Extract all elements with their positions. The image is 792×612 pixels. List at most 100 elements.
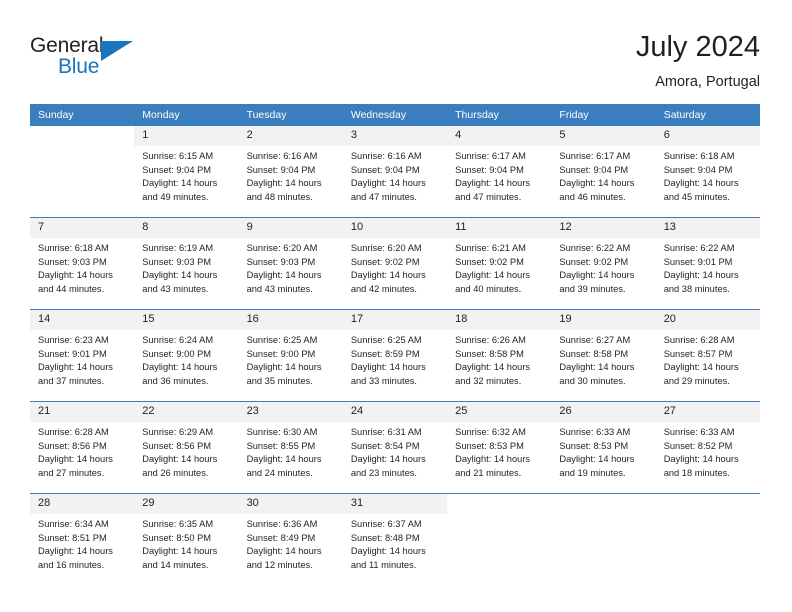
- general-blue-logo[interactable]: General Blue: [30, 34, 160, 86]
- day-cell-content[interactable]: 28 Sunrise: 6:34 AM Sunset: 8:51 PM Dayl…: [30, 494, 135, 585]
- day-number: [447, 494, 551, 514]
- sunset-text: Sunset: 9:04 PM: [559, 164, 629, 175]
- day-cell: 11 Sunrise: 6:21 AM Sunset: 9:02 PM Dayl…: [447, 217, 552, 310]
- day-cell-content[interactable]: 15 Sunrise: 6:24 AM Sunset: 9:00 PM Dayl…: [134, 310, 239, 401]
- day-cell-content[interactable]: 19 Sunrise: 6:27 AM Sunset: 8:58 PM Dayl…: [551, 310, 656, 401]
- day-details: Sunrise: 6:27 AM Sunset: 8:58 PM Dayligh…: [551, 330, 655, 388]
- day-cell-content[interactable]: 24 Sunrise: 6:31 AM Sunset: 8:54 PM Dayl…: [342, 402, 448, 493]
- day-cell-content[interactable]: 11 Sunrise: 6:21 AM Sunset: 9:02 PM Dayl…: [447, 218, 552, 309]
- day-cell-content[interactable]: 23 Sunrise: 6:30 AM Sunset: 8:55 PM Dayl…: [238, 402, 343, 493]
- day-cell-content[interactable]: 6 Sunrise: 6:18 AM Sunset: 9:04 PM Dayli…: [655, 126, 760, 217]
- day-cell-content[interactable]: 29 Sunrise: 6:35 AM Sunset: 8:50 PM Dayl…: [134, 494, 239, 585]
- day-number: 11: [447, 218, 552, 238]
- day-cell: 6 Sunrise: 6:18 AM Sunset: 9:04 PM Dayli…: [655, 126, 760, 218]
- day-details: Sunrise: 6:16 AM Sunset: 9:04 PM Dayligh…: [239, 146, 343, 204]
- day-number: 31: [342, 494, 448, 514]
- day-cell-content[interactable]: 21 Sunrise: 6:28 AM Sunset: 8:56 PM Dayl…: [30, 402, 135, 493]
- sunrise-text: Sunrise: 6:23 AM: [38, 335, 109, 345]
- day-number: 20: [655, 310, 760, 330]
- day-number: 22: [134, 402, 239, 422]
- weekday-header-friday: Friday: [551, 104, 656, 126]
- day-cell-content[interactable]: 8 Sunrise: 6:19 AM Sunset: 9:03 PM Dayli…: [134, 218, 239, 309]
- day-cell: 7 Sunrise: 6:18 AM Sunset: 9:03 PM Dayli…: [30, 217, 135, 310]
- week-row: 21 Sunrise: 6:28 AM Sunset: 8:56 PM Dayl…: [30, 401, 760, 494]
- sunset-text: Sunset: 8:53 PM: [559, 440, 629, 451]
- day-cell-content[interactable]: 5 Sunrise: 6:17 AM Sunset: 9:04 PM Dayli…: [551, 126, 656, 217]
- day-cell: 20 Sunrise: 6:28 AM Sunset: 8:57 PM Dayl…: [655, 309, 760, 402]
- sunrise-text: Sunrise: 6:21 AM: [455, 243, 526, 253]
- sunset-text: Sunset: 9:01 PM: [663, 256, 733, 267]
- day-cell-content[interactable]: 27 Sunrise: 6:33 AM Sunset: 8:52 PM Dayl…: [655, 402, 760, 493]
- day-cell-content[interactable]: 22 Sunrise: 6:29 AM Sunset: 8:56 PM Dayl…: [134, 402, 239, 493]
- day-cell-content[interactable]: 30 Sunrise: 6:36 AM Sunset: 8:49 PM Dayl…: [238, 494, 343, 585]
- day-cell-content[interactable]: 20 Sunrise: 6:28 AM Sunset: 8:57 PM Dayl…: [655, 310, 760, 401]
- day-number: 1: [134, 126, 239, 146]
- day-cell-content[interactable]: 10 Sunrise: 6:20 AM Sunset: 9:02 PM Dayl…: [342, 218, 448, 309]
- daylight-text: Daylight: 14 hours and 43 minutes.: [246, 270, 322, 294]
- day-cell: 24 Sunrise: 6:31 AM Sunset: 8:54 PM Dayl…: [342, 401, 448, 494]
- day-number: [551, 494, 655, 514]
- sunset-text: Sunset: 8:59 PM: [350, 348, 420, 359]
- day-cell-content[interactable]: 12 Sunrise: 6:22 AM Sunset: 9:02 PM Dayl…: [551, 218, 656, 309]
- weekday-header-saturday: Saturday: [655, 104, 760, 126]
- day-cell-content[interactable]: 3 Sunrise: 6:16 AM Sunset: 9:04 PM Dayli…: [342, 126, 448, 217]
- day-cell: 15 Sunrise: 6:24 AM Sunset: 9:00 PM Dayl…: [134, 309, 239, 402]
- day-details: Sunrise: 6:30 AM Sunset: 8:55 PM Dayligh…: [239, 422, 343, 480]
- day-cell-content[interactable]: 1 Sunrise: 6:15 AM Sunset: 9:04 PM Dayli…: [134, 126, 239, 217]
- day-cell-content[interactable]: 17 Sunrise: 6:25 AM Sunset: 8:59 PM Dayl…: [342, 310, 448, 401]
- day-number: 12: [551, 218, 656, 238]
- day-cell-content[interactable]: 25 Sunrise: 6:32 AM Sunset: 8:53 PM Dayl…: [447, 402, 552, 493]
- daylight-text: Daylight: 14 hours and 36 minutes.: [142, 362, 218, 386]
- day-cell-content[interactable]: 13 Sunrise: 6:22 AM Sunset: 9:01 PM Dayl…: [655, 218, 760, 309]
- daylight-text: Daylight: 14 hours and 46 minutes.: [559, 178, 635, 202]
- week-row: 14 Sunrise: 6:23 AM Sunset: 9:01 PM Dayl…: [30, 309, 760, 402]
- day-cell-content[interactable]: 9 Sunrise: 6:20 AM Sunset: 9:03 PM Dayli…: [238, 218, 343, 309]
- day-details: Sunrise: 6:19 AM Sunset: 9:03 PM Dayligh…: [134, 238, 238, 296]
- sunset-text: Sunset: 8:56 PM: [142, 440, 212, 451]
- day-number: 15: [134, 310, 239, 330]
- sunset-text: Sunset: 9:01 PM: [38, 348, 107, 359]
- day-cell: [447, 493, 552, 585]
- day-cell-content[interactable]: 18 Sunrise: 6:26 AM Sunset: 8:58 PM Dayl…: [447, 310, 552, 401]
- sunset-text: Sunset: 8:51 PM: [38, 532, 107, 543]
- day-cell-content[interactable]: 4 Sunrise: 6:17 AM Sunset: 9:04 PM Dayli…: [447, 126, 552, 217]
- sunrise-text: Sunrise: 6:37 AM: [350, 519, 422, 529]
- day-details: Sunrise: 6:34 AM Sunset: 8:51 PM Dayligh…: [30, 514, 134, 572]
- day-cell: 3 Sunrise: 6:16 AM Sunset: 9:04 PM Dayli…: [342, 126, 448, 218]
- day-number: 13: [655, 218, 760, 238]
- day-details: Sunrise: 6:15 AM Sunset: 9:04 PM Dayligh…: [134, 146, 238, 204]
- day-details: Sunrise: 6:33 AM Sunset: 8:52 PM Dayligh…: [656, 422, 760, 480]
- daylight-text: Daylight: 14 hours and 29 minutes.: [663, 362, 739, 386]
- sunset-text: Sunset: 9:02 PM: [559, 256, 629, 267]
- sunset-text: Sunset: 8:48 PM: [350, 532, 420, 543]
- day-cell-content: [656, 494, 760, 585]
- day-cell-content[interactable]: 31 Sunrise: 6:37 AM Sunset: 8:48 PM Dayl…: [342, 494, 448, 585]
- day-cell-content[interactable]: 26 Sunrise: 6:33 AM Sunset: 8:53 PM Dayl…: [551, 402, 656, 493]
- logo-text-blue: Blue: [58, 55, 100, 78]
- daylight-text: Daylight: 14 hours and 23 minutes.: [350, 454, 426, 478]
- sunrise-text: Sunrise: 6:16 AM: [350, 151, 422, 161]
- day-cell: 22 Sunrise: 6:29 AM Sunset: 8:56 PM Dayl…: [134, 401, 239, 494]
- day-cell-content[interactable]: 14 Sunrise: 6:23 AM Sunset: 9:01 PM Dayl…: [30, 310, 135, 401]
- day-details: Sunrise: 6:28 AM Sunset: 8:57 PM Dayligh…: [656, 330, 760, 388]
- day-cell-content[interactable]: 2 Sunrise: 6:16 AM Sunset: 9:04 PM Dayli…: [238, 126, 343, 217]
- daylight-text: Daylight: 14 hours and 26 minutes.: [142, 454, 218, 478]
- day-cell: 8 Sunrise: 6:19 AM Sunset: 9:03 PM Dayli…: [134, 217, 239, 310]
- day-cell: 4 Sunrise: 6:17 AM Sunset: 9:04 PM Dayli…: [447, 126, 552, 218]
- day-cell: 16 Sunrise: 6:25 AM Sunset: 9:00 PM Dayl…: [238, 309, 343, 402]
- day-cell-content[interactable]: 7 Sunrise: 6:18 AM Sunset: 9:03 PM Dayli…: [30, 218, 135, 309]
- daylight-text: Daylight: 14 hours and 42 minutes.: [350, 270, 426, 294]
- daylight-text: Daylight: 14 hours and 47 minutes.: [455, 178, 531, 202]
- day-number: 29: [134, 494, 239, 514]
- sunrise-text: Sunrise: 6:18 AM: [663, 151, 735, 161]
- day-details: Sunrise: 6:37 AM Sunset: 8:48 PM Dayligh…: [343, 514, 447, 572]
- day-details: Sunrise: 6:25 AM Sunset: 9:00 PM Dayligh…: [239, 330, 343, 388]
- day-number: 25: [447, 402, 552, 422]
- day-cell-content[interactable]: 16 Sunrise: 6:25 AM Sunset: 9:00 PM Dayl…: [238, 310, 343, 401]
- daylight-text: Daylight: 14 hours and 27 minutes.: [38, 454, 113, 478]
- day-number: 5: [551, 126, 656, 146]
- day-number: 23: [238, 402, 343, 422]
- week-row: 7 Sunrise: 6:18 AM Sunset: 9:03 PM Dayli…: [30, 217, 760, 310]
- daylight-text: Daylight: 14 hours and 18 minutes.: [663, 454, 739, 478]
- day-cell: 1 Sunrise: 6:15 AM Sunset: 9:04 PM Dayli…: [134, 126, 239, 218]
